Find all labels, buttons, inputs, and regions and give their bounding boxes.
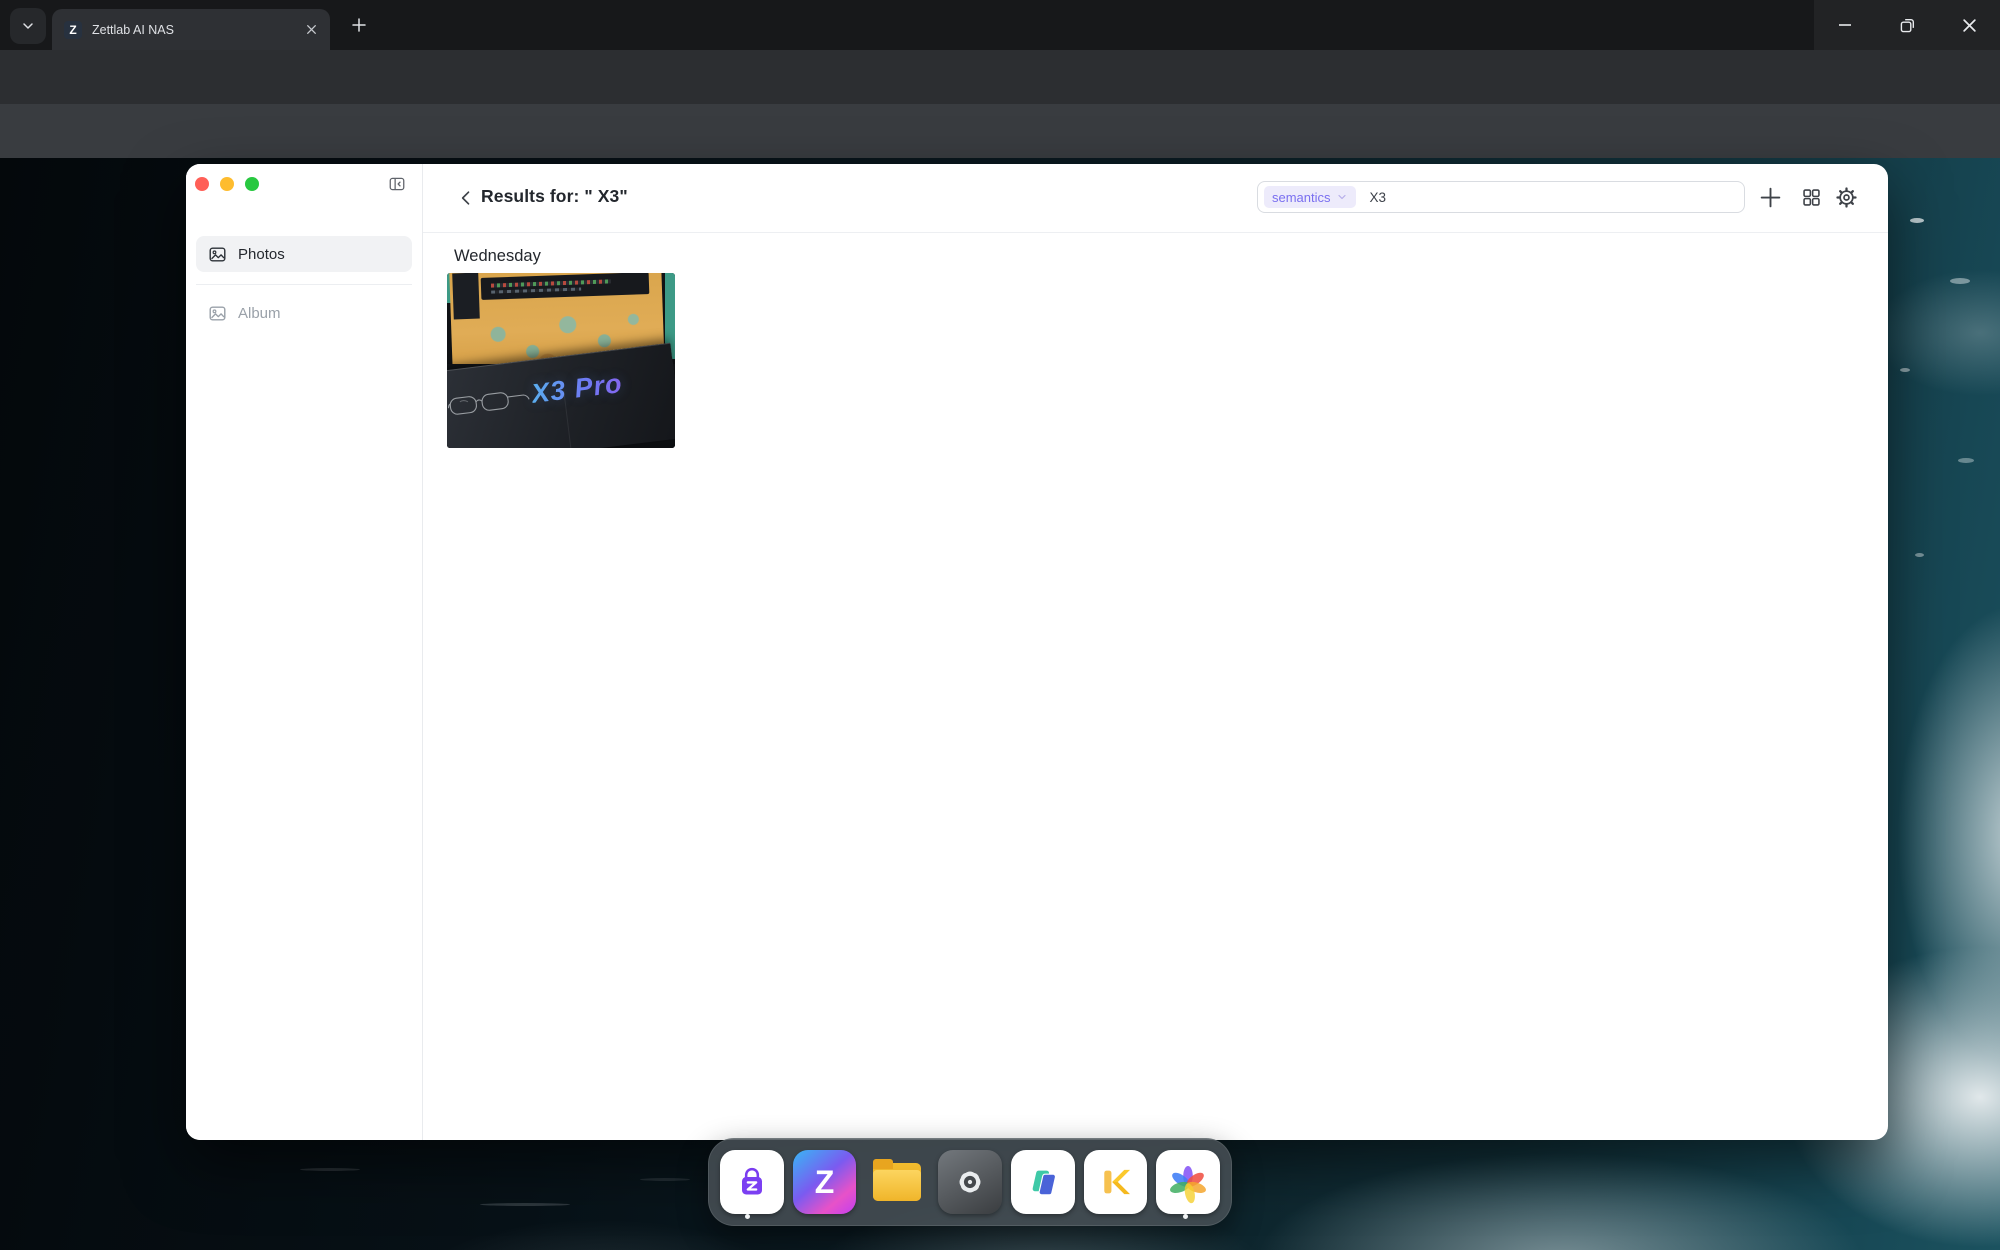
restore-button[interactable]: [1876, 0, 1938, 50]
page-title: Results for: " X3": [481, 186, 628, 207]
maximize-traffic-light[interactable]: [245, 177, 259, 191]
dock-zettlab-icon[interactable]: Z: [793, 1150, 857, 1214]
album-icon: [208, 304, 227, 323]
photo-box-logo: X3 Pro: [530, 368, 625, 410]
window-controls: [1814, 0, 2000, 50]
dock-folder-icon[interactable]: [865, 1150, 929, 1214]
dock-running-indicator-photos: [1183, 1214, 1188, 1219]
dock-k-app-icon[interactable]: [1084, 1150, 1148, 1214]
search-filter-label: semantics: [1272, 190, 1331, 205]
date-group-label: Wednesday: [454, 247, 541, 266]
sidebar-item-photos[interactable]: Photos: [196, 236, 412, 272]
sidebar: Photos Album: [186, 164, 423, 1140]
close-traffic-light[interactable]: [195, 177, 209, 191]
dock-settings-icon[interactable]: [938, 1150, 1002, 1214]
search-query: X3: [1370, 190, 1387, 205]
browser-tab-strip: Z Zettlab AI NAS: [0, 0, 2000, 50]
dock-photos-icon[interactable]: [1156, 1150, 1220, 1214]
tab-search-chevron-icon: [20, 18, 36, 34]
dock-app-store-icon[interactable]: [720, 1150, 784, 1214]
tab-search-button[interactable]: [10, 8, 46, 44]
favicon: Z: [64, 21, 82, 39]
photo-ui-panel: [452, 273, 480, 319]
photos-icon: [208, 245, 227, 264]
window-traffic-lights: [195, 177, 259, 191]
main-header: Results for: " X3" semantics X3: [423, 164, 1888, 233]
plus-icon[interactable]: [1758, 185, 1783, 210]
grid-view-icon[interactable]: [1801, 187, 1822, 208]
dock-running-indicator-appstore: [745, 1214, 750, 1219]
browser-tab[interactable]: Z Zettlab AI NAS: [52, 9, 330, 50]
tab-close-icon[interactable]: [305, 23, 318, 36]
close-button[interactable]: [1938, 0, 2000, 50]
dock-docs-app-icon[interactable]: [1011, 1150, 1075, 1214]
photo-thumbnail[interactable]: X3 Pro: [447, 273, 675, 448]
screen: Z Zettlab AI NAS: [0, 0, 2000, 1250]
new-tab-button[interactable]: [345, 11, 373, 39]
search-input[interactable]: semantics X3: [1257, 181, 1745, 213]
browser-toolbar: Not secure 192.168.0.147/#/ 9 28: [0, 50, 2000, 104]
sidebar-photos-label: Photos: [238, 246, 285, 263]
sidebar-item-album[interactable]: Album: [196, 295, 412, 331]
collapse-sidebar-icon[interactable]: [388, 175, 406, 193]
nas-taskbar: Z: [0, 104, 2000, 158]
sidebar-divider: [196, 284, 412, 285]
photos-app-window: Photos Album Results for: " X3" semantic…: [186, 164, 1888, 1140]
minimize-button[interactable]: [1814, 0, 1876, 50]
glasses-outline-icon: [447, 379, 535, 429]
tab-title: Zettlab AI NAS: [92, 23, 305, 37]
search-filter-pill[interactable]: semantics: [1264, 186, 1356, 208]
settings-gear-icon[interactable]: [1835, 186, 1858, 209]
sidebar-album-label: Album: [238, 305, 281, 322]
dock: Z: [708, 1138, 1232, 1226]
chevron-down-icon: [1336, 191, 1348, 203]
minimize-traffic-light[interactable]: [220, 177, 234, 191]
back-chevron-icon[interactable]: [456, 188, 476, 208]
